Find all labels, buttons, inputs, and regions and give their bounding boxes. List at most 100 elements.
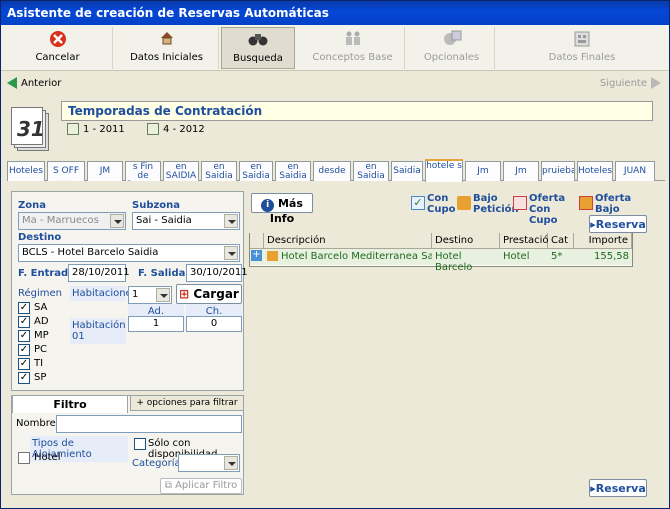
col-descripcion[interactable]: Descripción xyxy=(264,233,432,249)
arrow-right-icon xyxy=(651,77,661,89)
load-icon: ⊞ xyxy=(179,287,190,301)
zona-select[interactable]: Ma - Marruecos xyxy=(18,212,126,230)
aplicar-filtro-button[interactable]: ⧉ Aplicar Filtro xyxy=(160,478,242,494)
room-children-input[interactable]: 0 xyxy=(186,316,242,332)
col-destino[interactable]: Destino xyxy=(432,233,500,249)
season-option-2[interactable]: 4 - 2012 xyxy=(147,123,205,139)
tab-1[interactable]: S OFF … xyxy=(47,161,85,181)
arrow-left-icon xyxy=(7,77,17,89)
cancel-button[interactable]: Cancelar xyxy=(3,27,113,69)
habitaciones-label: Habitaciones xyxy=(70,286,137,301)
destino-select[interactable]: BCLS - Hotel Barcelo Saidia xyxy=(18,244,240,262)
habitaciones-select[interactable]: 1 xyxy=(128,286,172,304)
tab-10[interactable]: Saidia xyxy=(391,161,423,181)
entrada-input[interactable]: 28/10/2011 xyxy=(68,264,130,282)
phone-icon xyxy=(267,251,278,261)
busqueda-button[interactable]: Busqueda xyxy=(221,27,295,69)
regimen-sa-checkbox[interactable]: ✓ xyxy=(18,302,30,314)
tab-0[interactable]: Hoteles xyxy=(7,161,45,181)
window-title: Asistente de creación de Reservas Automá… xyxy=(1,1,669,25)
regimen-sp-checkbox[interactable]: ✓ xyxy=(18,372,30,384)
regimen-ad-checkbox[interactable]: ✓ xyxy=(18,316,30,328)
cancel-icon xyxy=(3,30,112,52)
tab-7[interactable]: en Saidia xyxy=(275,161,311,181)
room-label: Habitación 01 xyxy=(70,318,126,344)
salida-label: F. Salida xyxy=(138,268,186,279)
tab-5[interactable]: en Saidia xyxy=(201,161,237,181)
chevron-down-icon xyxy=(110,214,124,228)
calendar-icon: 31 xyxy=(11,107,51,153)
datos-finales-button[interactable]: Datos Finales xyxy=(497,27,667,69)
mas-info-button[interactable]: i Más Info xyxy=(251,193,313,225)
filter-icon: ⧉ xyxy=(164,480,172,491)
tab-14[interactable]: pruiebas xyxy=(541,161,575,181)
subzona-label: Subzona xyxy=(132,200,181,211)
binoculars-icon xyxy=(222,31,294,53)
home-icon xyxy=(115,30,218,52)
info-icon: i xyxy=(261,199,275,212)
check-icon: ✓ xyxy=(411,196,425,210)
phone-icon xyxy=(457,196,471,210)
datos-iniciales-button[interactable]: Datos Iniciales xyxy=(115,27,219,69)
tab-15[interactable]: Hoteles xyxy=(577,161,613,181)
tab-16[interactable]: JUAN xyxy=(615,161,655,181)
solo-disponibilidad-checkbox[interactable] xyxy=(134,438,146,450)
grid-corner xyxy=(250,233,264,249)
tab-11[interactable]: hotele s xyxy=(425,159,463,182)
regimen-pc-checkbox[interactable]: ✓ xyxy=(18,344,30,356)
nav-row: Anterior Siguiente xyxy=(1,73,669,95)
tab-filtro[interactable]: Filtro xyxy=(12,395,128,413)
subzona-select[interactable]: Sai - Saidia xyxy=(132,212,240,230)
tab-12[interactable]: Jm xyxy=(465,161,501,181)
tab-more-options[interactable]: + opciones para filtrar xyxy=(130,395,244,411)
regimen-label: Régimen xyxy=(18,288,63,299)
offer-check-icon xyxy=(513,196,527,210)
options-icon xyxy=(409,30,494,52)
row-cat: 5* xyxy=(551,251,563,262)
hotel-checkbox[interactable] xyxy=(18,452,30,464)
entrada-label: F. Entrada xyxy=(18,268,75,279)
nombre-label: Nombre xyxy=(16,418,56,429)
regimen-mp-checkbox[interactable]: ✓ xyxy=(18,330,30,342)
salida-input[interactable]: 30/10/2011 xyxy=(186,264,248,282)
expand-icon[interactable]: + xyxy=(250,249,264,265)
categoria-label: Categoría xyxy=(132,458,181,469)
tab-4[interactable]: en SAIDIA xyxy=(163,161,199,181)
tab-3[interactable]: s Fin de Semana xyxy=(125,161,161,181)
cargar-button[interactable]: ⊞ Cargar xyxy=(176,284,242,304)
search-panel: Zona Ma - Marruecos Subzona Sai - Saidia… xyxy=(11,191,248,391)
tab-6[interactable]: en Saidia xyxy=(239,161,273,181)
regimen-ti-checkbox[interactable]: ✓ xyxy=(18,358,30,370)
final-data-icon xyxy=(497,30,667,52)
row-prestacion: Hotel xyxy=(503,251,530,262)
tab-13[interactable]: Jm xyxy=(503,161,539,181)
wizard-window: Asistente de creación de Reservas Automá… xyxy=(0,0,670,509)
reserva-button-bottom[interactable]: ▸Reserva xyxy=(589,479,647,497)
zona-label: Zona xyxy=(18,200,46,211)
chevron-down-icon xyxy=(224,214,238,228)
anterior-link[interactable]: Anterior xyxy=(7,77,61,89)
categoria-select[interactable] xyxy=(178,454,240,472)
season-tabs: Hoteles S OFF … JM s Fin de Semana en SA… xyxy=(7,159,665,182)
siguiente-link[interactable]: Siguiente xyxy=(600,77,661,89)
row-destino: Hotel Barcelo xyxy=(435,251,473,273)
chevron-down-icon xyxy=(224,456,238,470)
opcionales-button[interactable]: Opcionales xyxy=(409,27,495,69)
col-importe[interactable]: Importe xyxy=(574,233,632,249)
offer-phone-icon xyxy=(579,196,593,210)
tab-9[interactable]: en Saidia xyxy=(353,161,389,181)
tab-2[interactable]: JM xyxy=(87,161,123,181)
conceptos-base-button[interactable]: Conceptos Base xyxy=(301,27,405,69)
room-adults-input[interactable]: 1 xyxy=(128,316,184,332)
season-option-1[interactable]: 1 - 2011 xyxy=(67,123,125,139)
reserva-button-top[interactable]: ▸Reserva xyxy=(589,215,647,233)
col-prestacion[interactable]: Prestación xyxy=(500,233,555,249)
calendar-small-icon xyxy=(147,123,159,135)
row-importe: 155,58 xyxy=(594,251,629,262)
col-cat[interactable]: Cat xyxy=(548,233,574,249)
chevron-down-icon xyxy=(224,246,238,260)
destino-label: Destino xyxy=(18,232,62,243)
people-icon xyxy=(301,30,404,52)
tab-8[interactable]: desde xyxy=(313,161,351,181)
nombre-input[interactable] xyxy=(56,415,242,433)
